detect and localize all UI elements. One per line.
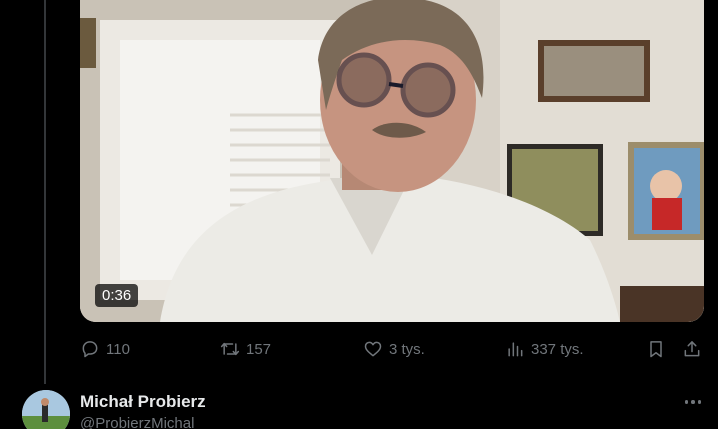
bookmark-icon: [650, 341, 662, 358]
views-icon: [508, 342, 523, 357]
like-count: 3 tys.: [389, 340, 425, 358]
video-duration-badge: 0:36: [95, 284, 139, 307]
share-icon: [684, 341, 700, 357]
more-dot: [697, 400, 702, 404]
more-icon[interactable]: [681, 392, 705, 412]
tweet-action-bar: 110 157 3 tys. 337 tys.: [80, 336, 710, 362]
reply-icon: [82, 341, 98, 358]
author-avatar[interactable]: [22, 390, 70, 429]
reply-button[interactable]: 110: [80, 336, 130, 362]
author-handle[interactable]: @ProbierzMichal: [80, 415, 194, 429]
more-dot: [684, 400, 689, 404]
repost-button[interactable]: 157: [220, 336, 271, 362]
views-count: 337 tys.: [531, 340, 584, 358]
more-dot: [691, 400, 695, 404]
reply-count: 110: [106, 340, 130, 358]
thread-line: [44, 0, 46, 384]
like-icon: [364, 341, 382, 357]
repost-icon: [220, 342, 240, 356]
video-player[interactable]: 0:36: [80, 0, 704, 322]
tweet-header: Michał Probierz @ProbierzMichal: [0, 384, 718, 429]
like-button[interactable]: 3 tys.: [363, 336, 425, 362]
video-frame: [80, 0, 704, 322]
repost-count: 157: [246, 340, 272, 358]
author-name[interactable]: Michał Probierz: [80, 392, 206, 412]
avatar-image: [22, 390, 70, 429]
views-button[interactable]: 337 tys.: [505, 336, 584, 362]
bookmark-button[interactable]: [646, 336, 666, 362]
share-button[interactable]: [682, 336, 702, 362]
